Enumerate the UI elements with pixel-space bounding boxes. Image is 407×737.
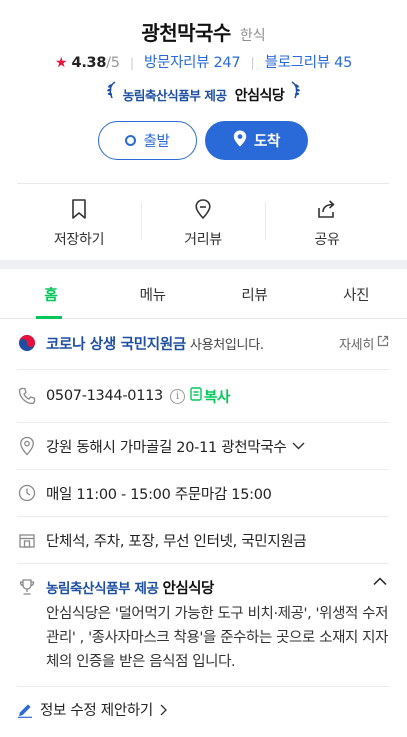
details-link[interactable]: 자세히 [339,334,389,353]
copy-icon [190,387,202,405]
divider: | [129,56,134,70]
tab-photos[interactable]: 사진 [305,270,407,318]
share-label: 공유 [314,232,340,248]
divider [17,369,389,370]
trophy-icon [17,577,37,597]
rating-max: /5 [106,55,120,71]
divider [17,422,389,423]
laurel-right-icon [289,80,301,104]
arrive-button-label: 도착 [253,134,281,150]
rating-value: 4.38 [71,55,107,71]
place-header: 광천막국수 한식 [0,17,407,46]
hours-row[interactable]: 매일 11:00 - 15:00 주문마감 15:00 [17,481,389,505]
suggest-edit-link[interactable]: 정보 수정 제안하기 [17,699,167,720]
share-button[interactable]: 공유 [265,184,389,259]
section-separator [0,260,407,269]
certification-row[interactable]: 농림축산식품부 제공 안심식당 [17,575,389,599]
save-button[interactable]: 저장하기 [17,184,141,259]
copy-label: 복사 [203,389,231,406]
share-icon [316,198,338,224]
safe-restaurant-badge: 농림축산식품부 제공 안심식당 [0,80,407,105]
address-row[interactable]: 강원 동해시 가마골길 20-11 광천막국수 [17,434,389,458]
location-pin-icon [193,198,213,224]
taegeuk-icon [17,333,37,353]
chevron-up-icon[interactable] [373,574,387,590]
covid-support-row: 코로나 상생 국민지원금 사용처입니다. 자세히 [17,331,389,355]
info-icon[interactable]: i [169,388,185,404]
address-text: 강원 동해시 가마골길 20-11 광천막국수 [46,439,287,456]
laurel-left-icon [106,80,118,104]
place-name: 광천막국수 [141,21,231,45]
arrive-button[interactable]: 도착 [205,121,308,160]
location-pin-icon [17,436,37,456]
divider [17,516,389,517]
tab-menu[interactable]: 메뉴 [102,270,204,318]
start-button[interactable]: 출발 [98,121,197,160]
badge-provider: 농림축산식품부 제공 [122,88,227,103]
street-view-label: 거리뷰 [184,232,222,248]
badge-logo: 안심식당 [234,88,285,104]
chevron-right-icon [160,704,167,716]
covid-support-title: 코로나 상생 국민지원금 [46,336,186,353]
visitor-reviews-link[interactable]: 방문자리뷰 247 [144,55,241,71]
street-view-button[interactable]: 거리뷰 [141,184,265,259]
certification-provider: 농림축산식품부 제공 [46,581,159,597]
certification-description: 안심식당은 '덜어먹기 가능한 도구 비치·제공', '위생적 수저관리' , … [46,606,389,670]
divider: | [250,56,255,70]
map-pin-icon [233,130,247,151]
details-label: 자세히 [339,337,374,353]
start-button-label: 출발 [143,134,170,150]
hours-text: 매일 11:00 - 15:00 주문마감 15:00 [46,486,272,503]
amenities-text: 단체석, 주차, 포장, 무선 인터넷, 국민지원금 [46,533,307,550]
amenities-row: 단체석, 주차, 포장, 무선 인터넷, 국민지원금 [17,528,389,552]
bookmark-icon [69,198,89,224]
chevron-down-icon [292,442,305,450]
pencil-icon [17,702,33,718]
divider [17,563,389,564]
divider [17,686,389,687]
tab-bar: 홈 메뉴 리뷰 사진 [0,270,407,319]
phone-number[interactable]: 0507-1344-0113 [46,388,163,404]
external-link-icon [377,335,389,351]
place-category: 한식 [239,28,266,44]
action-bar: 저장하기 거리뷰 공유 [17,184,389,259]
phone-icon [17,386,37,406]
rating-row: ★ 4.38/5 | 방문자리뷰 247 | 블로그리뷰 45 [0,51,407,72]
divider [17,469,389,470]
tab-reviews[interactable]: 리뷰 [204,270,306,318]
certification-logo: 안심식당 [162,580,214,597]
covid-support-text: 사용처입니다. [189,337,264,353]
blog-reviews-link[interactable]: 블로그리뷰 45 [265,55,353,71]
suggest-edit-label: 정보 수정 제안하기 [40,703,153,719]
phone-row: 0507-1344-0113 i 복사 [17,384,389,408]
copy-button[interactable]: 복사 [190,386,230,407]
origin-icon [125,135,137,146]
star-icon: ★ [54,55,68,71]
save-label: 저장하기 [53,232,105,248]
clock-icon [17,483,37,503]
tab-home[interactable]: 홈 [0,270,102,319]
store-icon [17,530,37,550]
